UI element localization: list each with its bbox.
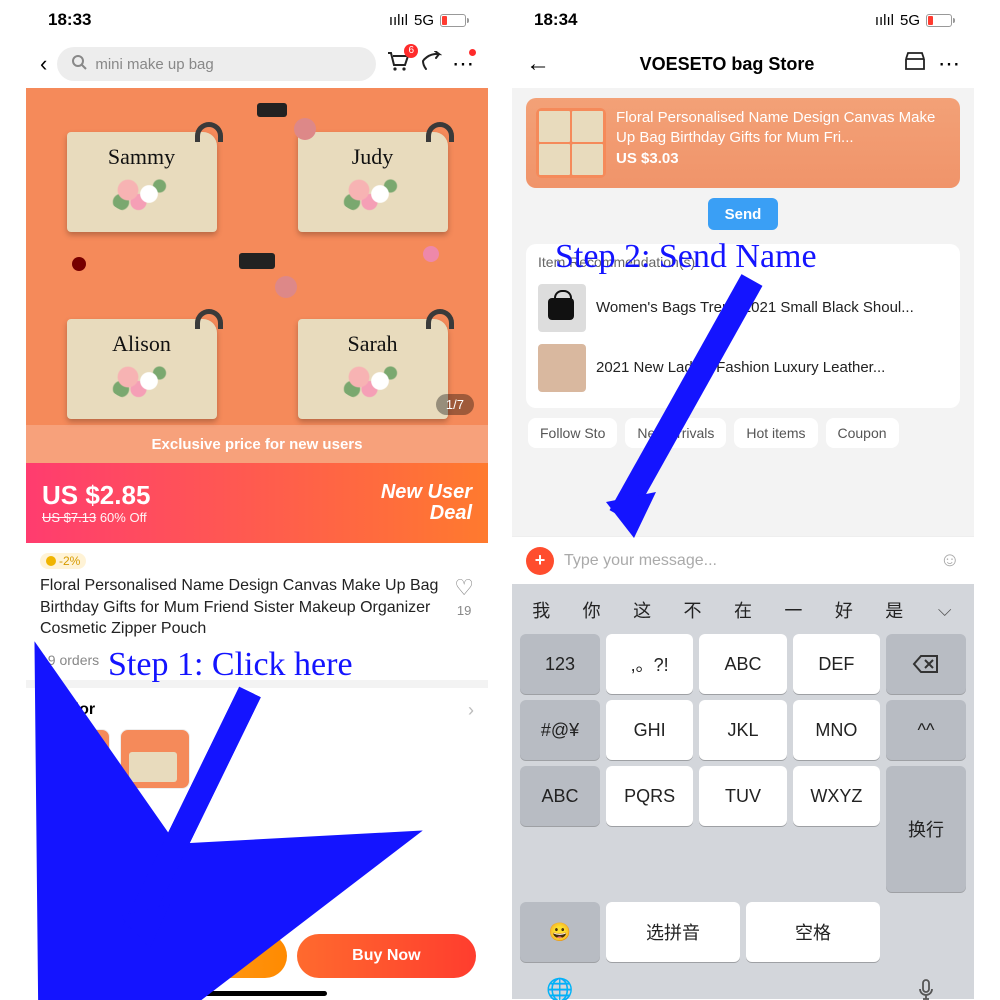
key-mno[interactable]: MNO [793, 700, 880, 760]
wishlist-button[interactable]: ♡ 19 [454, 575, 474, 640]
product-title: Floral Personalised Name Design Canvas M… [40, 575, 444, 640]
cart-icon[interactable]: 6 [386, 50, 410, 78]
pred-key[interactable]: 我 [516, 597, 566, 623]
signal-icon: ıılıl [875, 12, 894, 29]
price-banner: US $2.85 US $7.13 60% Off New User Deal [26, 463, 488, 543]
status-time: 18:33 [48, 10, 91, 30]
search-input[interactable]: mini make up bag [57, 47, 376, 81]
color-label: 2 Color [40, 701, 95, 719]
like-count: 19 [457, 603, 471, 618]
chat-header: ← VOESETO bag Store ⋯ [512, 40, 974, 88]
globe-key[interactable]: 🌐 [520, 968, 600, 1000]
search-text: mini make up bag [95, 56, 213, 73]
product-gallery[interactable]: Sammy Judy Alison Sarah 1/7 Exclusive pr… [26, 88, 488, 463]
heart-icon: ♡ [454, 575, 474, 601]
more-menu-icon[interactable]: ⋯ [938, 51, 960, 77]
message-input[interactable]: Type your message... [564, 552, 930, 570]
store-button[interactable]: Store [38, 936, 64, 976]
key-abc[interactable]: ABC [699, 634, 786, 694]
key-def[interactable]: DEF [793, 634, 880, 694]
original-price: US $7.13 [42, 510, 96, 525]
pred-key[interactable]: 你 [566, 597, 616, 623]
chevron-right-icon: › [468, 700, 474, 721]
enter-key[interactable]: 换行 [886, 766, 966, 892]
key-shift[interactable]: ABC [520, 766, 600, 826]
space-key[interactable]: 空格 [746, 902, 880, 962]
share-icon[interactable] [420, 51, 442, 77]
home-indicator [187, 991, 327, 996]
key-123[interactable]: 123 [520, 634, 600, 694]
store-name: VOESETO bag Store [562, 54, 892, 75]
key-jkl[interactable]: JKL [699, 700, 786, 760]
key-pqrs[interactable]: PQRS [606, 766, 693, 826]
mic-key[interactable] [886, 968, 966, 1000]
keyboard: 我 你 这 不 在 一 好 是 ⌵ 123 ,。?! ABC DEF #@¥ G… [512, 584, 974, 999]
store-icon [40, 936, 62, 962]
product-thumb [536, 108, 606, 178]
bag-name-3: Alison [112, 331, 171, 357]
chevron-down-icon[interactable]: ⌵ [920, 600, 970, 621]
pred-key[interactable]: 不 [667, 597, 717, 623]
back-icon[interactable]: ← [526, 50, 550, 78]
chat-icon [75, 936, 97, 962]
storefront-icon[interactable] [904, 51, 926, 77]
step2-arrow [572, 272, 772, 552]
key-ghi[interactable]: GHI [606, 700, 693, 760]
delete-key[interactable] [886, 634, 966, 694]
key-smile[interactable]: ^^ [886, 700, 966, 760]
bag-name-4: Sarah [347, 331, 397, 357]
status-time: 18:34 [534, 10, 577, 30]
exclusive-price-banner: Exclusive price for new users [26, 425, 488, 463]
network-label: 5G [900, 12, 920, 29]
prediction-bar: 我 你 这 不 在 一 好 是 ⌵ [516, 590, 970, 630]
signal-icon: ıılıl [389, 12, 408, 29]
status-bar: 18:33 ıılıl 5G [26, 0, 488, 40]
more-menu-icon[interactable]: ⋯ [452, 51, 474, 77]
step2-label: Step 2: Send Name [555, 238, 817, 276]
step1-label: Step 1: Click here [108, 646, 353, 684]
buy-now-button[interactable]: Buy Now [297, 934, 476, 978]
pred-key[interactable]: 在 [718, 597, 768, 623]
step1-arrow [110, 682, 280, 952]
color-swatch-1[interactable] [40, 729, 110, 789]
page-header: ‹ mini make up bag 6 ⋯ [26, 40, 488, 88]
pred-key[interactable]: 这 [617, 597, 667, 623]
key-pinyin[interactable]: 选拼音 [606, 902, 740, 962]
emoji-keyboard-key[interactable]: 😀 [520, 902, 600, 962]
shared-product-card[interactable]: Floral Personalised Name Design Canvas M… [526, 98, 960, 188]
key-wxyz[interactable]: WXYZ [793, 766, 880, 826]
battery-icon [926, 14, 952, 27]
product-card-title: Floral Personalised Name Design Canvas M… [616, 108, 950, 147]
cart-badge: 6 [404, 44, 418, 58]
current-price: US $2.85 [42, 481, 150, 510]
key-tuv[interactable]: TUV [699, 766, 786, 826]
key-punct[interactable]: ,。?! [606, 634, 693, 694]
coin-discount-row[interactable]: -2% [26, 543, 488, 571]
pred-key[interactable]: 是 [869, 597, 919, 623]
battery-icon [440, 14, 466, 27]
product-card-price: US $3.03 [616, 149, 950, 169]
discount-pct: 60% Off [100, 510, 147, 525]
new-user-deal-badge: New User Deal [381, 482, 472, 524]
search-icon [71, 54, 87, 74]
status-bar: 18:34 ıılıl 5G [512, 0, 974, 40]
pred-key[interactable]: 好 [819, 597, 869, 623]
back-icon[interactable]: ‹ [40, 51, 47, 77]
chat-button[interactable]: Chat [74, 936, 97, 976]
coin-badge: -2% [40, 553, 86, 569]
pred-key[interactable]: 一 [768, 597, 818, 623]
key-sym[interactable]: #@¥ [520, 700, 600, 760]
attach-button[interactable]: + [526, 547, 554, 575]
network-label: 5G [414, 12, 434, 29]
chip-coupon[interactable]: Coupon [826, 418, 899, 448]
emoji-icon[interactable]: ☺ [940, 549, 960, 572]
gallery-page-counter: 1/7 [436, 394, 474, 415]
bag-name-2: Judy [352, 144, 394, 170]
send-button[interactable]: Send [708, 198, 778, 230]
bag-name-1: Sammy [108, 144, 175, 170]
